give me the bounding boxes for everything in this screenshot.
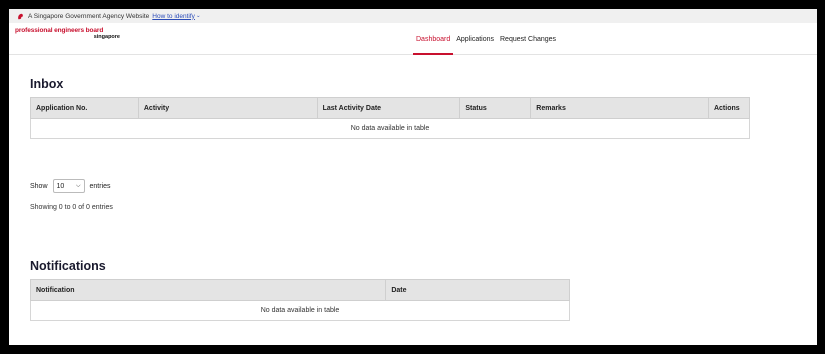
column-header-remarks[interactable]: Remarks [530,97,709,119]
entries-length-menu: Show 10 ⌵ entries [30,179,111,193]
column-header-date[interactable]: Date [385,279,570,301]
table-header-row: Application No. Activity Last Activity D… [30,97,751,119]
length-suffix-label: entries [89,182,111,190]
column-header-status[interactable]: Status [459,97,532,119]
how-to-identify-link[interactable]: How to identify [152,13,195,20]
empty-table-message: No data available in table [30,300,570,321]
column-header-application-no[interactable]: Application No. [30,97,139,119]
lion-head-icon [18,13,23,19]
brand-logo[interactable]: professional engineers board singapore [15,27,125,40]
column-header-actions[interactable]: Actions [707,97,751,119]
column-header-notification[interactable]: Notification [29,279,387,301]
brand-name: professional engineers board [15,27,104,34]
inbox-title: Inbox [30,77,64,91]
masthead-text: A Singapore Government Agency Website [28,12,150,20]
brand-subname: singapore [93,34,120,40]
column-header-last-activity-date[interactable]: Last Activity Date [316,97,461,119]
gov-masthead: A Singapore Government Agency Website Ho… [9,9,817,23]
top-navbar: professional engineers board singapore D… [9,23,817,55]
table-info-text: Showing 0 to 0 of 0 entries [30,204,113,211]
nav-item-applications[interactable]: Applications [453,23,497,55]
column-header-activity[interactable]: Activity [137,97,318,119]
nav-item-request-changes[interactable]: Request Changes [497,23,559,55]
main-nav: Dashboard Applications Request Changes [413,23,559,55]
notifications-table: Notification Date No data available in t… [29,279,570,321]
chevron-down-icon: ⌵ [75,182,81,189]
table-row: No data available in table [30,118,750,139]
entries-select-value: 10 [56,182,65,190]
table-header-row: Notification Date [29,279,570,301]
table-row: No data available in table [30,300,570,321]
inbox-table: Application No. Activity Last Activity D… [30,97,751,139]
browser-viewport: A Singapore Government Agency Website Ho… [9,9,817,345]
length-prefix-label: Show [30,182,48,190]
entries-select[interactable]: 10 ⌵ [52,179,85,193]
nav-item-dashboard[interactable]: Dashboard [413,23,454,55]
empty-table-message: No data available in table [30,118,750,139]
chevron-down-icon[interactable]: ⌄ [196,13,201,19]
notifications-title: Notifications [30,259,106,273]
